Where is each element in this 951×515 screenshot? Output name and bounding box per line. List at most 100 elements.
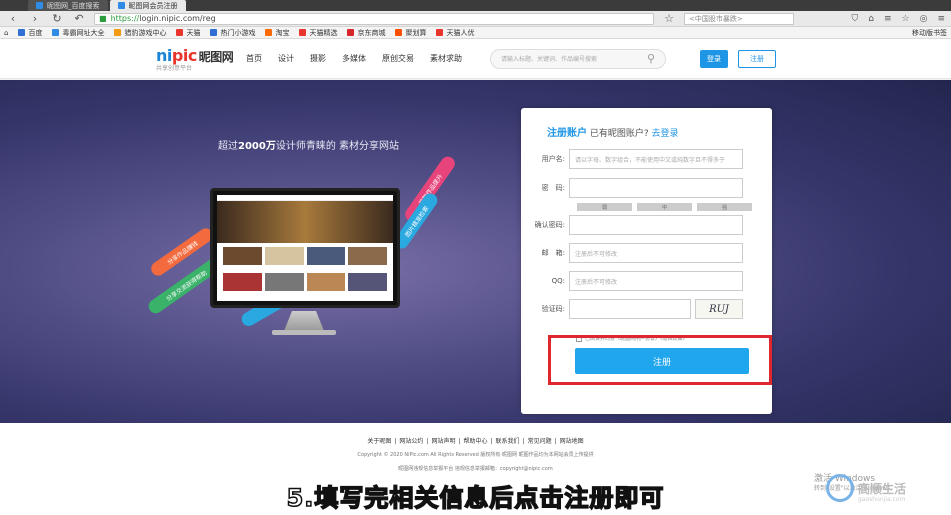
hero-title: 超过2000万设计师青睐的 素材分享网站	[218, 137, 399, 152]
address-url: login.nipic.com/reg	[139, 14, 216, 23]
nav-item-trade[interactable]: 原创交易	[382, 53, 414, 64]
strength-strong: 强	[697, 203, 752, 211]
captcha-row: 验证码: RUJ	[521, 299, 772, 319]
bookmark-item[interactable]: 天猫人优	[436, 28, 474, 38]
password-label: 密 码:	[541, 184, 565, 192]
star-icon[interactable]: ☆	[662, 12, 676, 26]
tab-label: 昵图网_百度搜索	[47, 1, 100, 10]
email-label: 邮 箱:	[541, 249, 565, 257]
browser-tab-baidu[interactable]: 昵图网_百度搜索	[28, 0, 108, 11]
footer-link[interactable]: 关于昵图	[367, 438, 391, 445]
register-panel: 注册账户 已有昵图账户? 去登录 用户名: 请以字母、数字组合，不能使用中文或纯…	[521, 108, 772, 414]
shield-icon[interactable]: ⛉	[851, 14, 858, 24]
bookmark-item[interactable]: 天猫	[176, 28, 200, 38]
confirm-password-label: 确认密码:	[534, 221, 565, 229]
nav-item-design[interactable]: 设计	[278, 53, 294, 64]
screen-cell	[306, 247, 346, 265]
bookmark-label: 百度	[28, 28, 43, 37]
email-row: 邮 箱: 注册后不可修改	[521, 243, 772, 263]
address-bar[interactable]: ■ https://login.nipic.com/reg	[94, 12, 654, 25]
captcha-input[interactable]	[569, 299, 691, 319]
nav-item-media[interactable]: 多媒体	[342, 53, 366, 64]
watermark-sub: gaoshunjia.com	[858, 496, 906, 503]
bookmark-mobile[interactable]: 移动版书签	[912, 28, 947, 38]
footer-link[interactable]: 网站声明	[431, 438, 455, 445]
bookmark-icon	[265, 29, 273, 36]
address-scheme: https://	[110, 14, 140, 23]
submit-register-button[interactable]: 注册	[575, 348, 749, 374]
browser-search-input[interactable]: <中国股市暴跌>	[684, 12, 794, 25]
nav-item-home[interactable]: 首页	[246, 53, 262, 64]
hero-ribbon: 获取作品提升	[402, 153, 458, 225]
menu-icon[interactable]: ≡	[884, 14, 892, 24]
reload-icon[interactable]: ↻	[50, 12, 64, 26]
bookmark-icon	[114, 29, 122, 36]
site-search-placeholder: 请输入标题、关键词、作品编号搜索	[501, 56, 598, 63]
nav-item-help[interactable]: 素材求助	[430, 53, 462, 64]
search-icon[interactable]: ⚲	[647, 52, 655, 65]
bookmark-label: 猎豹游戏中心	[124, 28, 167, 37]
bookmark-item[interactable]: 淘宝	[265, 28, 289, 38]
site-search-input[interactable]: 请输入标题、关键词、作品编号搜索 ⚲	[490, 48, 666, 69]
screen-cell	[348, 247, 387, 265]
footer-report: 昵图网违规信息举报平台 违规信息举报邮箱：copyright@nipic.com	[398, 466, 553, 472]
password-input[interactable]	[569, 178, 743, 198]
game-icon[interactable]: ◎	[920, 14, 928, 24]
watermark-text: 髙顺生活	[858, 482, 907, 496]
bookmark-item[interactable]: 京东商城	[347, 28, 385, 38]
panel-login-link[interactable]: 去登录	[652, 129, 679, 139]
register-button[interactable]: 注册	[738, 49, 776, 68]
hero-banner: 超过2000万设计师青睐的 素材分享网站 分享作品赚钱 分享交流获得帮助 获取作…	[0, 80, 951, 423]
forward-icon[interactable]: ›	[28, 12, 42, 26]
back-icon[interactable]: ‹	[6, 12, 20, 26]
bookmark-label: 聚划算	[405, 28, 427, 37]
footer-link[interactable]: 常见问题	[528, 438, 552, 445]
password-row: 密 码:	[521, 178, 772, 198]
qq-label: QQ:	[551, 277, 565, 285]
logo-tagline: 共享创意平台	[156, 64, 193, 72]
bookmark-label: 淘宝	[275, 28, 290, 37]
qq-input[interactable]: 注册后不可修改	[569, 271, 743, 291]
toolbar-icons: ⛉ ⌂ ≡ ☆ ◎ ≡	[851, 14, 945, 24]
monitor-screen	[217, 195, 393, 301]
hero-title-prefix: 超过	[218, 141, 238, 152]
bookmark-label: 天猫精选	[309, 28, 338, 37]
bookmark-icon	[395, 29, 403, 36]
captcha-image[interactable]: RUJ	[695, 299, 743, 319]
screen-cell	[223, 247, 262, 265]
footer-link[interactable]: 帮助中心	[463, 438, 487, 445]
footer-link[interactable]: 网站地图	[560, 438, 584, 445]
site-header: nipic 昵图网 共享创意平台 首页 设计 摄影 多媒体 原创交易 素材求助 请…	[0, 39, 951, 79]
home-icon[interactable]: ⌂	[868, 14, 874, 24]
more-icon[interactable]: ≡	[937, 14, 945, 24]
hero-title-suffix: 设计师青睐的 素材分享网站	[275, 141, 400, 152]
bookmark-item[interactable]: 天猫精选	[299, 28, 337, 38]
username-row: 用户名: 请以字母、数字组合，不能使用中文或纯数字且不得多于	[521, 149, 772, 169]
username-input[interactable]: 请以字母、数字组合，不能使用中文或纯数字且不得多于	[569, 149, 743, 169]
video-caption: 5.填写完相关信息后点击注册即可	[286, 483, 665, 513]
star-menu-icon[interactable]: ☆	[902, 14, 910, 24]
nav-item-photo[interactable]: 摄影	[310, 53, 326, 64]
login-button[interactable]: 登录	[700, 49, 728, 68]
bookmark-item[interactable]: 聚划算	[395, 28, 426, 38]
bookmark-item[interactable]: 热门小游戏	[210, 28, 255, 38]
tab-label: 昵图网会员注册	[128, 1, 178, 10]
bookmark-item[interactable]: 猎豹游戏中心	[114, 28, 166, 38]
email-input[interactable]: 注册后不可修改	[569, 243, 743, 263]
browser-tab-register[interactable]: 昵图网会员注册	[109, 0, 186, 11]
main-nav: 首页 设计 摄影 多媒体 原创交易 素材求助	[246, 53, 462, 64]
footer-link[interactable]: 网站公约	[399, 438, 423, 445]
site-logo[interactable]: nipic 昵图网 共享创意平台	[156, 46, 236, 72]
apps-icon[interactable]: ⌂	[4, 29, 8, 37]
logo-text-cn: 昵图网	[198, 49, 234, 64]
undo-icon[interactable]: ↶	[72, 12, 86, 26]
bookmark-item[interactable]: 百度	[18, 28, 42, 38]
screen-cell	[264, 247, 304, 265]
captcha-label: 验证码:	[541, 305, 565, 313]
confirm-password-input[interactable]	[569, 215, 743, 235]
screen-grid	[217, 269, 393, 295]
bookmark-item[interactable]: 毒霸网址大全	[52, 28, 104, 38]
footer-link[interactable]: 联系我们	[496, 438, 520, 445]
bookmark-icon	[436, 29, 444, 36]
username-label: 用户名:	[541, 155, 565, 163]
